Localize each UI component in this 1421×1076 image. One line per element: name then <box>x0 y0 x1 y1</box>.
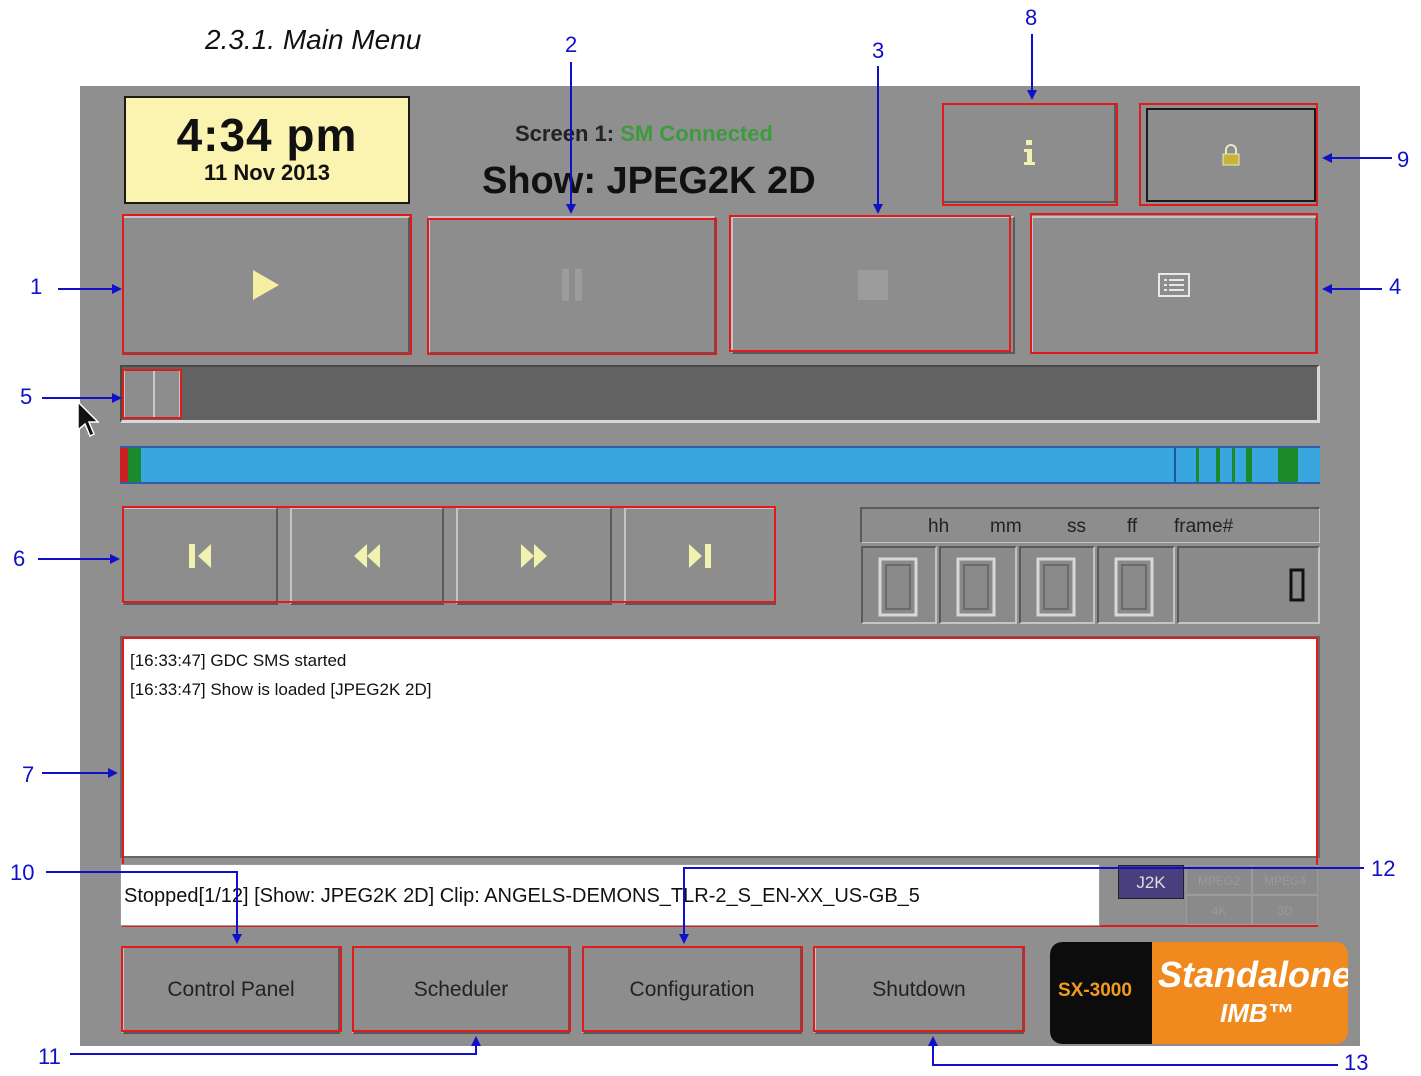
callout-3: 3 <box>872 38 885 63</box>
callout-10: 10 <box>10 860 35 885</box>
callout-arrow-10 <box>46 871 242 944</box>
callout-12: 12 <box>1371 856 1396 881</box>
callout-13: 13 <box>1344 1050 1369 1075</box>
callout-7: 7 <box>22 762 35 787</box>
callout-arrow-13 <box>928 1036 1338 1066</box>
callout-arrows <box>38 34 1392 1066</box>
callout-9: 9 <box>1397 147 1410 172</box>
callout-11: 11 <box>38 1044 61 1069</box>
callout-6: 6 <box>13 546 26 571</box>
callout-5: 5 <box>20 384 33 409</box>
callout-8: 8 <box>1025 5 1038 30</box>
callout-1: 1 <box>30 274 43 299</box>
callout-arrow-11 <box>70 1036 481 1055</box>
callout-4: 4 <box>1389 274 1402 299</box>
callout-2: 2 <box>565 32 578 57</box>
callout-arrow-12 <box>679 867 1364 944</box>
